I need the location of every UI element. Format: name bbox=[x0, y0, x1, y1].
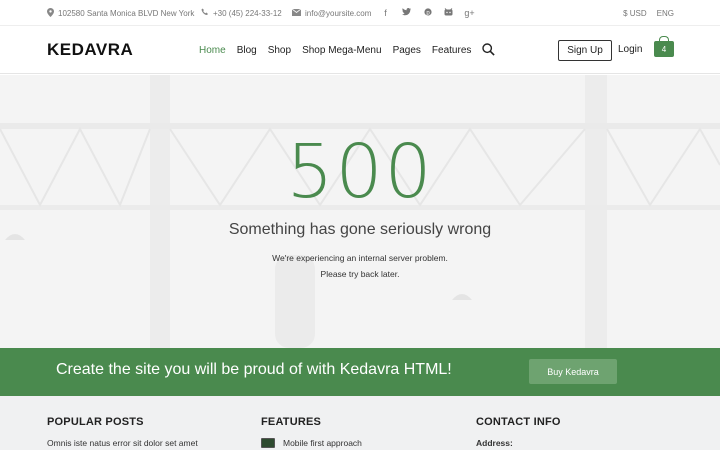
nav-item-shop-mega-menu[interactable]: Shop Mega-Menu bbox=[302, 45, 382, 56]
error-hero: 500 Something has gone seriously wrong W… bbox=[0, 75, 720, 348]
login-link[interactable]: Login bbox=[618, 44, 642, 55]
error-message-line2: Please try back later. bbox=[320, 269, 400, 279]
feature-thumbnail-icon bbox=[261, 438, 275, 448]
topbar-right: $ USD ENG bbox=[623, 0, 674, 26]
popular-post-link[interactable]: Omnis iste natus error sit dolor set ame… bbox=[47, 438, 198, 448]
nav-item-home[interactable]: Home bbox=[199, 45, 226, 56]
footer: POPULAR POSTS Omnis iste natus error sit… bbox=[0, 396, 720, 450]
twitter-icon[interactable] bbox=[396, 8, 417, 18]
sign-up-button[interactable]: Sign Up bbox=[558, 40, 612, 61]
contact-address-label: Address: bbox=[476, 438, 513, 448]
error-headline: Something has gone seriously wrong bbox=[228, 221, 492, 238]
popular-posts-column: POPULAR POSTS Omnis iste natus error sit… bbox=[47, 416, 198, 448]
address-text: 102580 Santa Monica BLVD New York bbox=[58, 8, 195, 18]
email-item[interactable]: info@yoursite.com bbox=[291, 0, 371, 26]
google-plus-icon[interactable]: g+ bbox=[459, 8, 480, 18]
phone-icon bbox=[201, 8, 209, 18]
cta-banner: Create the site you will be proud of wit… bbox=[0, 348, 720, 396]
feature-item[interactable]: Mobile first approach bbox=[261, 438, 362, 448]
github-icon[interactable] bbox=[438, 8, 459, 18]
nav-item-blog[interactable]: Blog bbox=[237, 45, 257, 56]
popular-posts-title: POPULAR POSTS bbox=[47, 416, 144, 428]
features-column: FEATURES Mobile first approach bbox=[261, 416, 362, 448]
phone-text: +30 (45) 224-33-12 bbox=[213, 8, 282, 18]
language-selector[interactable]: ENG bbox=[657, 9, 674, 18]
error-message-line1: We're experiencing an internal server pr… bbox=[272, 253, 448, 263]
top-bar: 102580 Santa Monica BLVD New York +30 (4… bbox=[0, 0, 720, 26]
envelope-icon bbox=[291, 8, 302, 18]
contact-info-column: CONTACT INFO Address: bbox=[476, 416, 561, 448]
features-title: FEATURES bbox=[261, 416, 322, 428]
nav-item-pages[interactable]: Pages bbox=[393, 45, 421, 56]
buy-kedavra-button[interactable]: Buy Kedavra bbox=[529, 359, 617, 384]
facebook-icon[interactable]: f bbox=[375, 8, 396, 18]
search-icon[interactable] bbox=[482, 43, 496, 57]
contact-info-title: CONTACT INFO bbox=[476, 416, 561, 428]
pinterest-icon[interactable]: p bbox=[417, 8, 438, 18]
cart-icon[interactable]: 4 bbox=[654, 36, 674, 57]
address-item: 102580 Santa Monica BLVD New York bbox=[47, 0, 194, 26]
cta-text: Create the site you will be proud of wit… bbox=[56, 361, 452, 378]
nav-item-shop[interactable]: Shop bbox=[268, 45, 291, 56]
nav-item-features[interactable]: Features bbox=[432, 45, 471, 56]
feature-item-label: Mobile first approach bbox=[283, 438, 362, 448]
main-nav: Home Blog Shop Shop Mega-Menu Pages Feat… bbox=[199, 26, 496, 74]
cart-count-badge: 4 bbox=[661, 44, 667, 54]
main-header: KEDAVRA Home Blog Shop Shop Mega-Menu Pa… bbox=[0, 26, 720, 74]
map-pin-icon bbox=[47, 7, 54, 19]
currency-selector[interactable]: $ USD bbox=[623, 9, 647, 18]
email-link[interactable]: info@yoursite.com bbox=[305, 9, 371, 18]
phone-item: +30 (45) 224-33-12 bbox=[201, 0, 282, 26]
site-logo[interactable]: KEDAVRA bbox=[47, 40, 133, 60]
error-code: 500 bbox=[286, 129, 434, 215]
social-links: f p g+ bbox=[375, 0, 480, 26]
